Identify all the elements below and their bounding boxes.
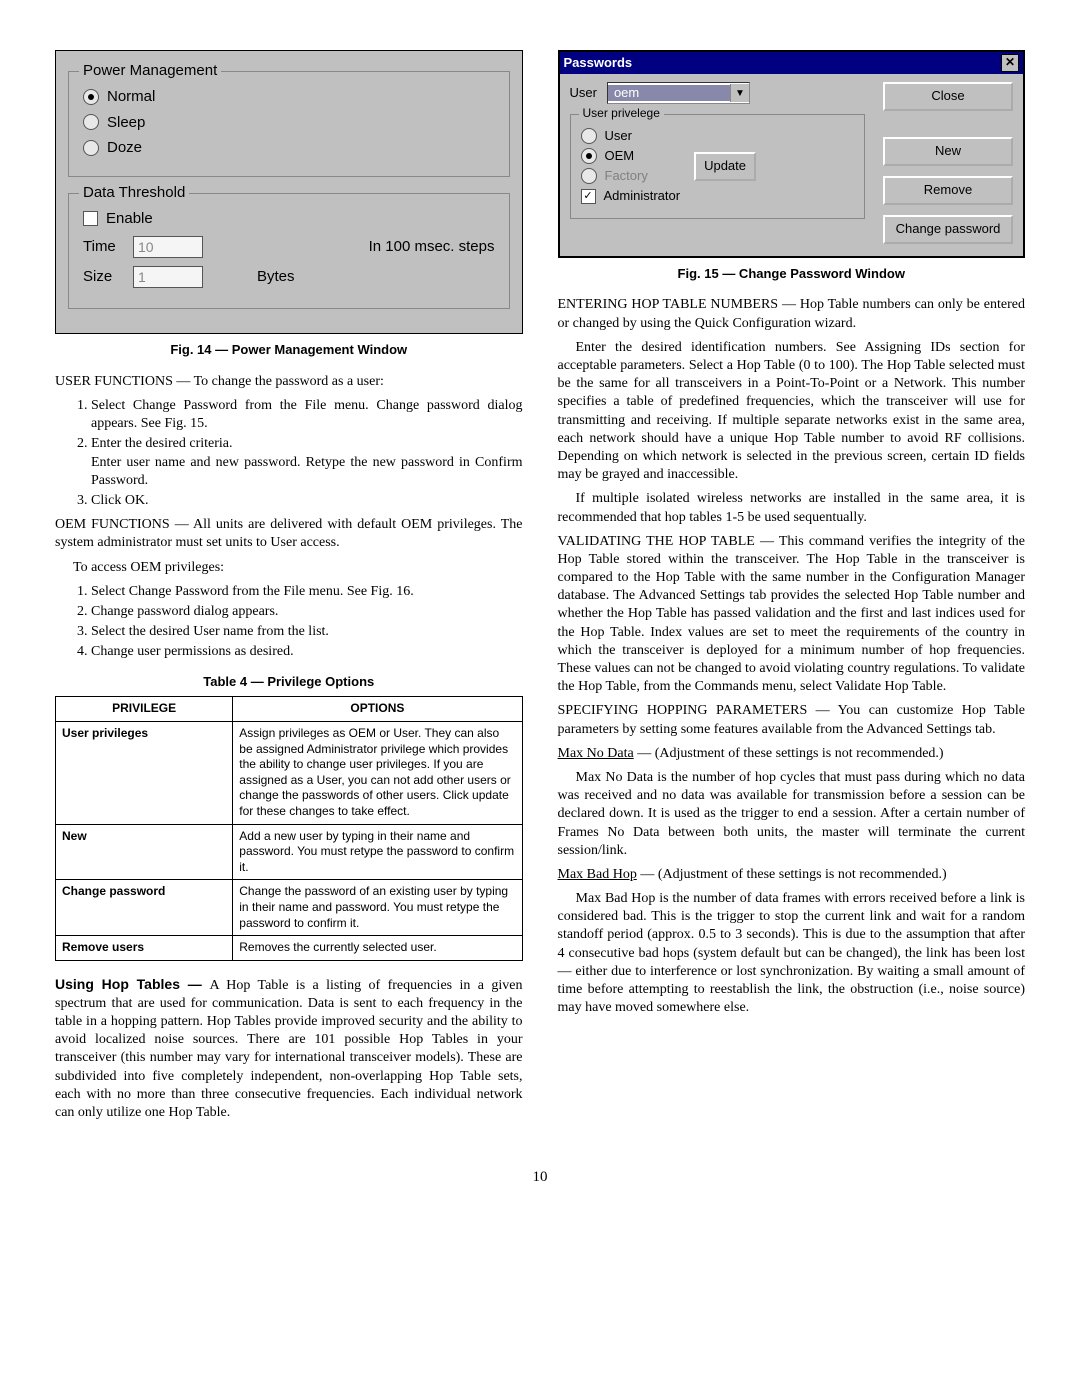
radio-icon (83, 140, 99, 156)
list-item: Click OK. (91, 492, 523, 510)
radio-icon (83, 114, 99, 130)
radio-label: Factory (605, 168, 648, 185)
user-privilege-group-title: User privelege (579, 106, 664, 122)
oem-access-lead: To access OEM privileges: (55, 559, 523, 577)
change-password-button[interactable]: Change password (883, 215, 1013, 244)
th-options: OPTIONS (233, 697, 522, 722)
radio-icon (83, 89, 99, 105)
oem-steps: Select Change Password from the File men… (55, 583, 523, 662)
combo-value: oem (608, 85, 730, 102)
list-item: Change password dialog appears. (91, 603, 523, 621)
passwords-dialog: Passwords ✕ User oem ▼ User privelege (558, 50, 1026, 258)
validating-hop-p: VALIDATING THE HOP TABLE — This command … (558, 533, 1026, 697)
close-icon: ✕ (1005, 55, 1015, 71)
close-button-2[interactable]: Close (883, 82, 1013, 111)
update-button[interactable]: Update (694, 152, 756, 181)
checkbox-icon (83, 211, 98, 226)
user-label: User (570, 85, 597, 102)
radio-oem[interactable]: OEM (581, 148, 681, 165)
close-button[interactable]: ✕ (1001, 54, 1019, 72)
time-label: Time (83, 237, 123, 257)
user-steps: Select Change Password from the File men… (55, 397, 523, 510)
radio-sleep[interactable]: Sleep (83, 113, 495, 133)
time-units: In 100 msec. steps (369, 237, 495, 257)
remove-button[interactable]: Remove (883, 176, 1013, 205)
list-item: Select Change Password from the File men… (91, 397, 523, 433)
table-row: User privileges Assign privileges as OEM… (56, 722, 523, 825)
user-functions-lead: USER FUNCTIONS — To change the password … (55, 373, 523, 391)
chevron-down-icon: ▼ (730, 84, 749, 102)
entering-hop-p1: ENTERING HOP TABLE NUMBERS — Hop Table n… (558, 296, 1026, 332)
size-input[interactable]: 1 (133, 266, 203, 288)
radio-normal[interactable]: Normal (83, 87, 495, 107)
radio-doze[interactable]: Doze (83, 138, 495, 158)
max-bad-hop-body: Max Bad Hop is the number of data frames… (558, 890, 1026, 1017)
user-combo[interactable]: oem ▼ (607, 82, 750, 104)
radio-icon (581, 148, 597, 164)
checkbox-label: Enable (106, 209, 153, 229)
power-management-panel: Power Management Normal Sleep Doze Data … (55, 50, 523, 334)
max-no-data-head: Max No Data — (Adjustment of these setti… (558, 745, 1026, 763)
max-bad-hop-head: Max Bad Hop — (Adjustment of these setti… (558, 866, 1026, 884)
radio-label: User (605, 128, 632, 145)
list-item: Change user permissions as desired. (91, 643, 523, 661)
new-button[interactable]: New (883, 137, 1013, 166)
radio-label: Doze (107, 138, 142, 158)
entering-hop-p3: If multiple isolated wireless networks a… (558, 490, 1026, 526)
fig15-caption: Fig. 15 — Change Password Window (558, 266, 1026, 283)
table-row: Change password Change the password of a… (56, 880, 523, 936)
hop-tables-paragraph: Using Hop Tables — A Hop Table is a list… (55, 975, 523, 1123)
radio-icon (581, 128, 597, 144)
table-row: New Add a new user by typing in their na… (56, 824, 523, 880)
dialog-titlebar: Passwords ✕ (560, 52, 1024, 74)
checkbox-label: Administrator (604, 188, 681, 205)
radio-label: Normal (107, 87, 155, 107)
radio-user[interactable]: User (581, 128, 681, 145)
list-item: Select Change Password from the File men… (91, 583, 523, 601)
size-units: Bytes (257, 267, 295, 287)
privilege-table: PRIVILEGE OPTIONS User privileges Assign… (55, 696, 523, 960)
oem-functions-text: OEM FUNCTIONS — All units are delivered … (55, 516, 523, 552)
fig14-caption: Fig. 14 — Power Management Window (55, 342, 523, 359)
table-row: Remove users Removes the currently selec… (56, 936, 523, 961)
radio-label: Sleep (107, 113, 145, 133)
enable-checkbox-row[interactable]: Enable (83, 209, 495, 229)
checkbox-icon (581, 189, 596, 204)
data-threshold-group-title: Data Threshold (79, 183, 189, 203)
list-item: Select the desired User name from the li… (91, 623, 523, 641)
radio-icon (581, 168, 597, 184)
table4-caption: Table 4 — Privilege Options (55, 674, 523, 691)
time-input[interactable]: 10 (133, 236, 203, 258)
radio-label: OEM (605, 148, 635, 165)
entering-hop-p2: Enter the desired identification numbers… (558, 339, 1026, 485)
admin-checkbox-row[interactable]: Administrator (581, 188, 681, 205)
power-management-group-title: Power Management (79, 61, 221, 81)
max-no-data-body: Max No Data is the number of hop cycles … (558, 769, 1026, 860)
th-privilege: PRIVILEGE (56, 697, 233, 722)
list-item: Enter the desired criteria. Enter user n… (91, 435, 523, 490)
dialog-title: Passwords (564, 55, 633, 72)
radio-factory: Factory (581, 168, 681, 185)
size-label: Size (83, 267, 123, 287)
page-number: 10 (55, 1168, 1025, 1188)
specifying-hop-p: SPECIFYING HOPPING PARAMETERS — You can … (558, 702, 1026, 738)
